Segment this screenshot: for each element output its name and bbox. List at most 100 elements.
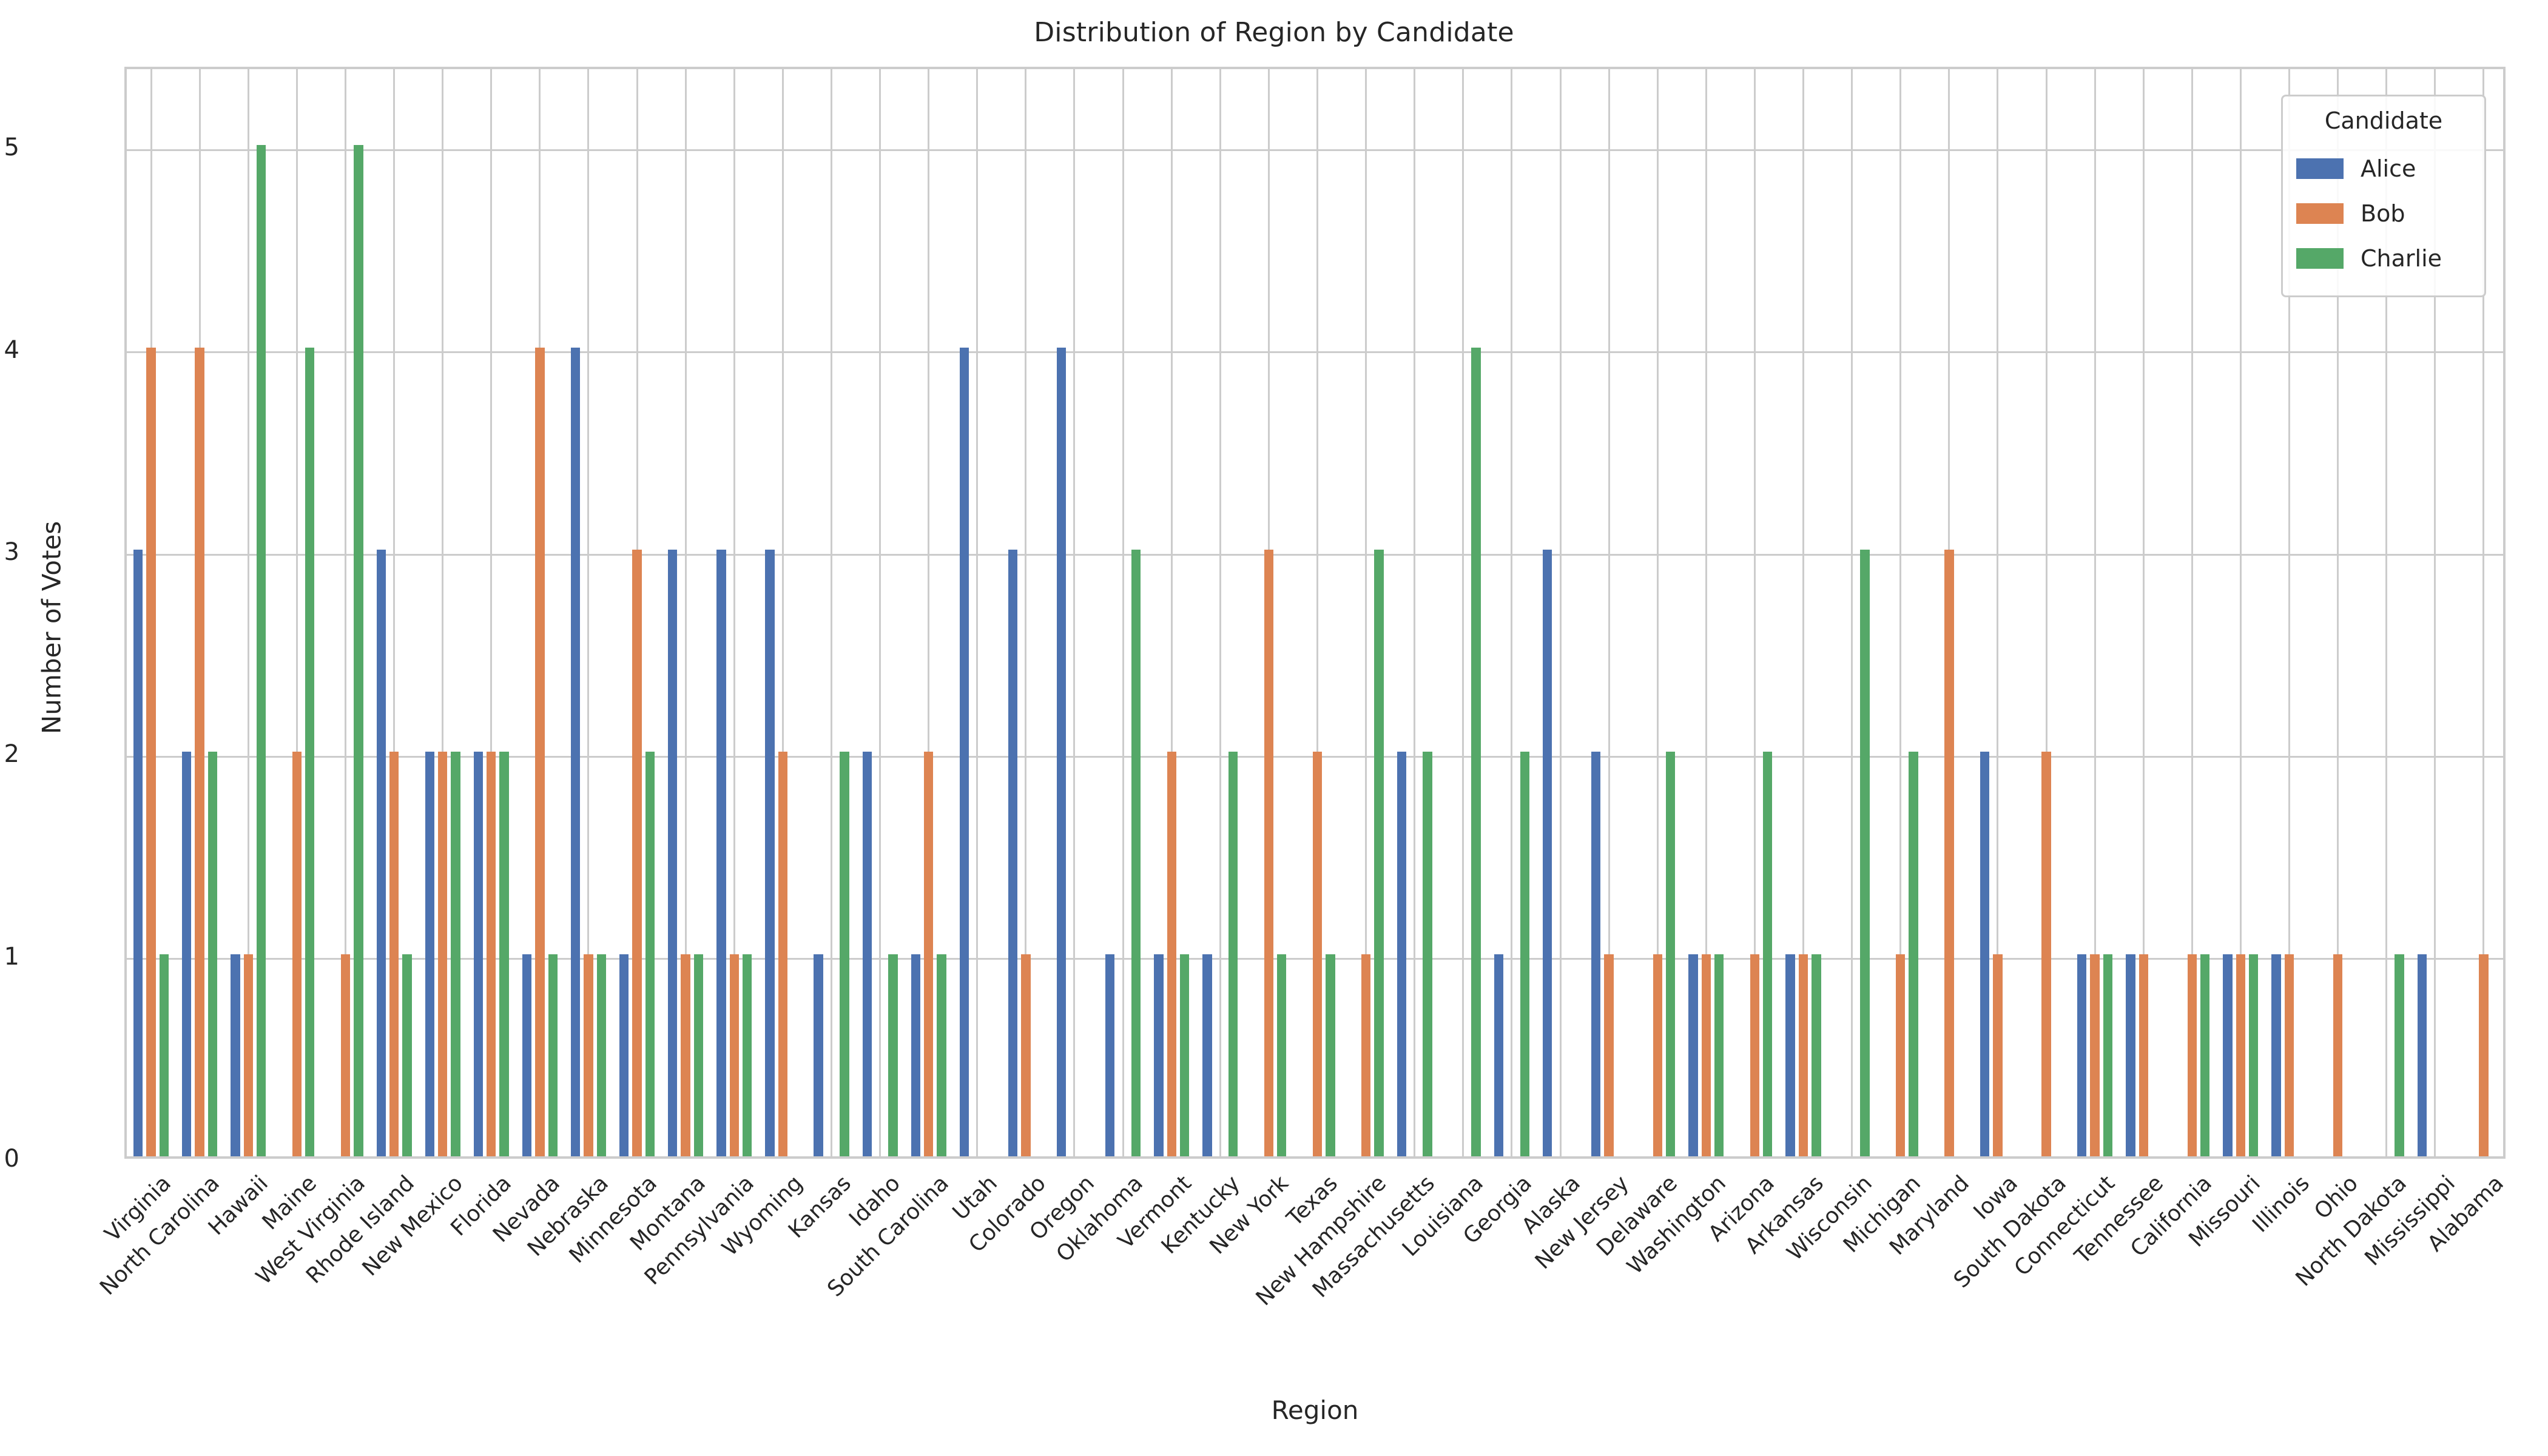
legend-item-bob[interactable]: Bob xyxy=(2296,191,2471,236)
legend-item-label: Bob xyxy=(2361,200,2405,227)
bar xyxy=(376,550,386,1156)
bar xyxy=(814,954,823,1156)
bar xyxy=(1604,954,1614,1156)
bar xyxy=(1228,752,1238,1156)
bar xyxy=(1860,550,1870,1156)
bar xyxy=(340,954,351,1156)
bar xyxy=(778,752,788,1156)
bar xyxy=(1665,752,1676,1156)
bar xyxy=(584,954,593,1156)
bar xyxy=(729,954,739,1156)
bar xyxy=(911,954,920,1156)
bar xyxy=(535,347,545,1156)
y-axis-tick-label: 1 xyxy=(4,942,19,971)
bar xyxy=(937,954,946,1156)
bar xyxy=(716,550,726,1156)
bar xyxy=(2041,752,2051,1156)
legend-swatch-icon xyxy=(2296,158,2344,179)
bar xyxy=(1798,954,1808,1156)
bar xyxy=(354,145,363,1156)
bar xyxy=(1374,550,1384,1156)
bar xyxy=(402,954,412,1156)
bar xyxy=(207,752,218,1156)
y-axis-tick-label: 3 xyxy=(4,538,19,566)
bar xyxy=(2090,954,2100,1156)
bar xyxy=(473,752,484,1156)
bar xyxy=(1980,752,1990,1156)
bar xyxy=(425,752,434,1156)
bar xyxy=(1021,954,1031,1156)
bar xyxy=(1653,954,1662,1156)
bar xyxy=(1750,954,1760,1156)
gridline-vertical xyxy=(1414,69,1416,1156)
bar xyxy=(668,550,678,1156)
bar xyxy=(1361,954,1371,1156)
legend: Candidate Alice Bob Charlie xyxy=(2281,95,2486,297)
bar xyxy=(182,752,192,1156)
bar xyxy=(2333,954,2343,1156)
bar xyxy=(765,550,775,1156)
bar xyxy=(1131,550,1141,1156)
bar xyxy=(1056,347,1067,1156)
y-axis-tick-label: 5 xyxy=(4,133,19,162)
bar xyxy=(1714,954,1724,1156)
bar xyxy=(2138,954,2148,1156)
bar xyxy=(1896,954,1906,1156)
bar xyxy=(1688,954,1698,1156)
bar xyxy=(292,752,302,1156)
bar xyxy=(2187,954,2197,1156)
gridline-vertical xyxy=(1511,69,1513,1156)
legend-item-label: Charlie xyxy=(2361,245,2442,272)
bar xyxy=(195,347,204,1156)
y-axis-tick-label: 4 xyxy=(4,335,19,364)
bar xyxy=(2271,954,2281,1156)
bar xyxy=(2236,954,2246,1156)
bar xyxy=(231,954,240,1156)
bar xyxy=(681,954,690,1156)
bar xyxy=(2103,954,2113,1156)
bar xyxy=(2223,954,2233,1156)
bar xyxy=(1105,954,1115,1156)
bar xyxy=(522,954,532,1156)
gridline-vertical xyxy=(1851,69,1853,1156)
bar xyxy=(2249,954,2259,1156)
bar xyxy=(619,954,629,1156)
x-axis-label: Region xyxy=(1271,1395,1359,1425)
bar xyxy=(888,954,898,1156)
page-title: Distribution of Region by Candidate xyxy=(1034,17,1514,48)
bar xyxy=(256,145,266,1156)
legend-swatch-icon xyxy=(2296,203,2344,224)
gridline-vertical xyxy=(1073,69,1076,1156)
bar xyxy=(862,752,872,1156)
bar xyxy=(1264,550,1274,1156)
gridline-horizontal xyxy=(127,149,2503,151)
bar xyxy=(1944,550,1954,1156)
bar xyxy=(133,550,143,1156)
bar xyxy=(1542,550,1552,1156)
bar xyxy=(1154,954,1164,1156)
bar xyxy=(1494,954,1504,1156)
bar xyxy=(596,954,606,1156)
bar xyxy=(1993,954,2003,1156)
bar xyxy=(1202,954,1212,1156)
bar xyxy=(437,752,448,1156)
bar xyxy=(1179,954,1190,1156)
bar xyxy=(2395,954,2404,1156)
bar xyxy=(243,954,253,1156)
bar xyxy=(2200,954,2210,1156)
bar xyxy=(1423,752,1432,1156)
bar xyxy=(645,752,655,1156)
gridline-vertical xyxy=(1559,69,1562,1156)
bar xyxy=(2126,954,2135,1156)
bar xyxy=(959,347,969,1156)
bar xyxy=(389,752,399,1156)
bar xyxy=(1591,752,1601,1156)
legend-item-charlie[interactable]: Charlie xyxy=(2296,236,2471,281)
bar xyxy=(146,347,156,1156)
bar xyxy=(923,752,934,1156)
legend-item-alice[interactable]: Alice xyxy=(2296,146,2471,191)
legend-item-label: Alice xyxy=(2361,155,2416,182)
bar xyxy=(487,752,496,1156)
bar xyxy=(1701,954,1711,1156)
legend-swatch-icon xyxy=(2296,248,2344,269)
